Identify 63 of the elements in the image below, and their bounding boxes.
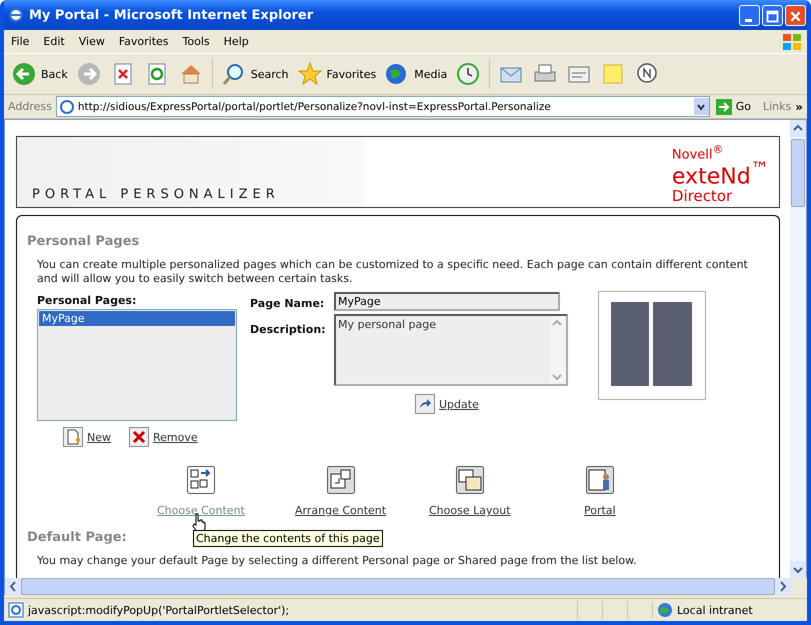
remove-link[interactable]: Remove [129, 427, 198, 447]
menu-item[interactable]: Edit [36, 35, 72, 48]
dropdown-icon [696, 102, 706, 112]
action-link[interactable]: Arrange Content [295, 466, 386, 517]
section-heading: Personal Pages [27, 234, 140, 249]
pages-icon [326, 466, 355, 494]
security-zone: Local intranet [652, 602, 807, 618]
action-link[interactable]: Choose Layout [429, 466, 511, 517]
menu-item[interactable]: Tools [176, 35, 217, 48]
new-link[interactable]: New [63, 427, 111, 447]
windows-logo-icon [781, 32, 803, 52]
scroll-thumb[interactable] [791, 139, 805, 207]
scroll-left-icon[interactable] [5, 578, 21, 595]
status-text: javascript:modifyPopUp('PortalPortletSelector'); [4, 602, 575, 618]
go-button[interactable]: Go [714, 98, 759, 114]
address-label: Address [8, 100, 52, 113]
search-button[interactable]: Search [218, 57, 292, 91]
pages-list[interactable]: MyPage [37, 309, 237, 421]
intro-text: You can create multiple personalized pages which can be customized to a specific need. Each page can contain different content and will allow you to easily switch between certain tasks. [37, 258, 749, 286]
logo-text: Director [672, 188, 734, 204]
globe-icon [657, 602, 673, 618]
windows-icon [456, 466, 484, 494]
action-link[interactable]: Portal [584, 466, 616, 517]
new-page-icon [63, 427, 83, 447]
address-field[interactable]: http://sidious/ExpressPortal/portal/portlet/Personalize?novl-inst=ExpressPortal.Personalize [56, 96, 710, 117]
list-item[interactable]: MyPage [39, 311, 235, 326]
vertical-scrollbar[interactable] [790, 120, 806, 578]
page-name-field[interactable]: MyPage [334, 292, 560, 311]
go-arrow-icon [716, 98, 732, 114]
menu-item[interactable]: View [72, 35, 112, 48]
update-link[interactable]: Update [415, 394, 580, 414]
clock-icon [455, 61, 482, 87]
page-name-label: Page Name: [250, 296, 326, 311]
logo-text: exteNd$^{™}$ [672, 161, 769, 189]
window-title: My Portal - Microsoft Internet Explorer [29, 8, 314, 22]
description-field[interactable]: My personal page [334, 314, 568, 386]
scroll-up-icon[interactable] [790, 120, 806, 137]
action-link[interactable]: Choose Content [157, 466, 245, 517]
menu-item[interactable]: Help [216, 35, 256, 48]
banner-title: PORTAL PERSONALIZER [31, 187, 280, 204]
favorites-button[interactable]: Favorites [294, 57, 380, 91]
media-button[interactable]: Media [381, 57, 450, 91]
default-page-text: You may change your default Page by selecting a different Personal page or Shared page from the list below. [37, 554, 638, 568]
scroll-down-icon[interactable] [790, 561, 806, 578]
maximize-button[interactable] [762, 4, 783, 26]
ie-icon [8, 7, 24, 23]
x-icon [129, 427, 149, 447]
links-label[interactable]: Links [762, 100, 792, 113]
person-page-icon [586, 466, 614, 494]
logo-text: Novell$^{®}$ [672, 145, 724, 162]
close-button[interactable] [785, 4, 806, 26]
menu-item[interactable]: File [4, 35, 36, 48]
minimize-button[interactable] [739, 4, 760, 26]
chevron[interactable]: » [795, 100, 803, 114]
scroll-right-icon[interactable] [775, 578, 791, 595]
menu-item[interactable]: Favorites [112, 35, 176, 48]
section-heading: Default Page: [27, 530, 127, 545]
description-label: Description: [250, 322, 327, 338]
list-label: Personal Pages: [37, 294, 138, 307]
star-icon [296, 61, 323, 87]
minimize-icon [745, 18, 752, 22]
tooltip: Change the contents of this page [193, 530, 383, 547]
back-button[interactable]: Back [8, 57, 71, 91]
